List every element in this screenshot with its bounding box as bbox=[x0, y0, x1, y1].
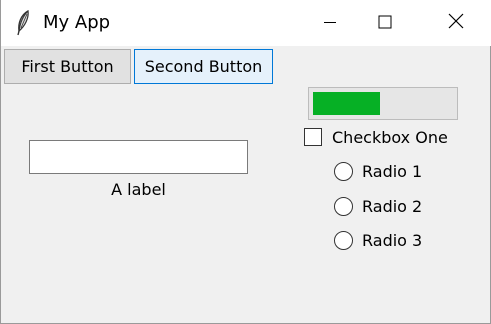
progress-fill bbox=[313, 92, 380, 115]
radio-icon[interactable] bbox=[334, 231, 353, 250]
close-icon bbox=[448, 13, 464, 33]
radio-icon[interactable] bbox=[334, 162, 353, 181]
checkbox-label: Checkbox One bbox=[332, 128, 448, 147]
first-button[interactable]: First Button bbox=[4, 49, 131, 84]
radio-label: Radio 2 bbox=[362, 197, 423, 216]
radio-label: Radio 1 bbox=[362, 162, 423, 181]
radio-label: Radio 3 bbox=[362, 231, 423, 250]
feather-icon bbox=[16, 9, 30, 36]
checkbox-icon[interactable] bbox=[304, 128, 322, 146]
minimize-icon bbox=[323, 14, 337, 33]
maximize-icon bbox=[378, 14, 392, 33]
a-label: A label bbox=[111, 180, 166, 199]
close-button[interactable] bbox=[433, 0, 479, 46]
text-entry[interactable] bbox=[29, 140, 248, 174]
window-title: My App bbox=[43, 12, 111, 33]
minimize-button[interactable] bbox=[307, 0, 353, 46]
maximize-button[interactable] bbox=[362, 0, 408, 46]
second-button[interactable]: Second Button bbox=[134, 49, 273, 84]
radio-icon[interactable] bbox=[334, 197, 353, 216]
title-bar[interactable]: My App bbox=[1, 0, 491, 46]
app-window: My App First Button Second Button A labe… bbox=[0, 0, 491, 324]
progress-bar bbox=[308, 87, 458, 120]
